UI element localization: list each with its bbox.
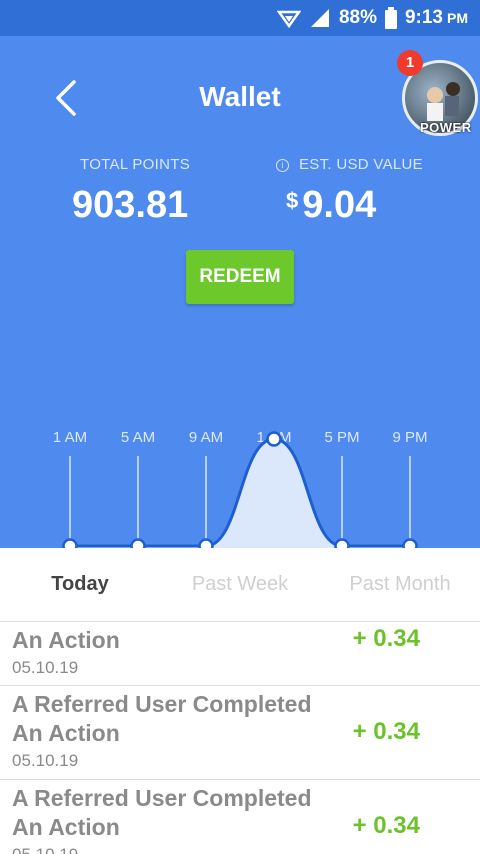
chart-tick-label: 1 AM <box>53 429 87 446</box>
tab-past-month[interactable]: Past Month <box>320 548 480 621</box>
notification-badge: 1 <box>397 50 423 76</box>
list-item[interactable]: An Action 05.10.19 + 0.34 <box>0 622 480 686</box>
info-icon[interactable]: i <box>276 158 289 172</box>
chart-point <box>198 538 214 548</box>
chart-point <box>266 431 282 447</box>
chart-point <box>130 538 146 548</box>
transaction-title: An Action <box>12 627 120 653</box>
total-points-label: TOTAL POINTS <box>80 156 191 173</box>
chart-tick-label: 9 PM <box>392 429 427 446</box>
usd-value-label: EST. USD VALUE <box>299 156 423 173</box>
clock-ampm: PM <box>447 10 468 26</box>
status-bar: 88% 9:13 PM <box>0 0 480 36</box>
transaction-title-line2: An Action <box>12 720 120 746</box>
chart-tick-label: 5 AM <box>121 429 155 446</box>
transaction-title-line2: An Action <box>12 814 120 840</box>
transaction-date: 05.10.19 <box>12 658 79 677</box>
avatar-power-text: POWER <box>420 120 472 135</box>
usd-value-label-group: i EST. USD VALUE <box>276 156 423 173</box>
transaction-amount: + 0.34 <box>352 718 420 745</box>
transaction-date: 05.10.19 <box>12 751 79 770</box>
points-chart: 1 AM5 AM9 AM1 PM5 PM9 PM <box>53 429 428 548</box>
list-item[interactable]: A Referred User Completed An Action 05.1… <box>0 779 480 854</box>
clock-time: 9:13 <box>404 7 443 28</box>
battery-icon <box>384 7 397 29</box>
period-tabs: Today Past Week Past Month <box>0 548 480 622</box>
transaction-date: 05.10.19 <box>12 845 78 854</box>
chart-point <box>62 538 78 548</box>
data-saver-icon <box>276 8 301 28</box>
chart-point <box>402 538 418 548</box>
chart-tick-label: 5 PM <box>324 429 359 446</box>
wallet-header: Wallet POWER 1 TOTAL POINTS 903.81 i EST.… <box>0 36 480 548</box>
redeem-button[interactable]: REDEEM <box>186 250 294 304</box>
profile-avatar[interactable]: POWER 1 <box>397 50 480 140</box>
usd-value-group: $9.04 <box>286 184 376 227</box>
transaction-list[interactable]: An Action 05.10.19 + 0.34 A Referred Use… <box>0 622 480 854</box>
transaction-amount: + 0.34 <box>352 625 420 652</box>
signal-icon <box>309 8 331 28</box>
tab-past-week[interactable]: Past Week <box>160 548 320 621</box>
chart-point <box>334 538 350 548</box>
transaction-amount: + 0.34 <box>352 812 420 839</box>
total-points-value: 903.81 <box>72 184 189 226</box>
list-item[interactable]: A Referred User Completed An Action 05.1… <box>0 685 480 780</box>
transaction-title-line1: A Referred User Completed <box>12 691 312 717</box>
battery-percent: 88% <box>338 7 377 28</box>
usd-value: 9.04 <box>302 184 377 226</box>
clock: 9:13 PM <box>405 7 468 29</box>
transaction-title-line1: A Referred User Completed <box>12 785 312 811</box>
currency-symbol: $ <box>286 188 299 213</box>
chart-tick-label: 9 AM <box>189 429 223 446</box>
tab-today[interactable]: Today <box>0 548 160 621</box>
